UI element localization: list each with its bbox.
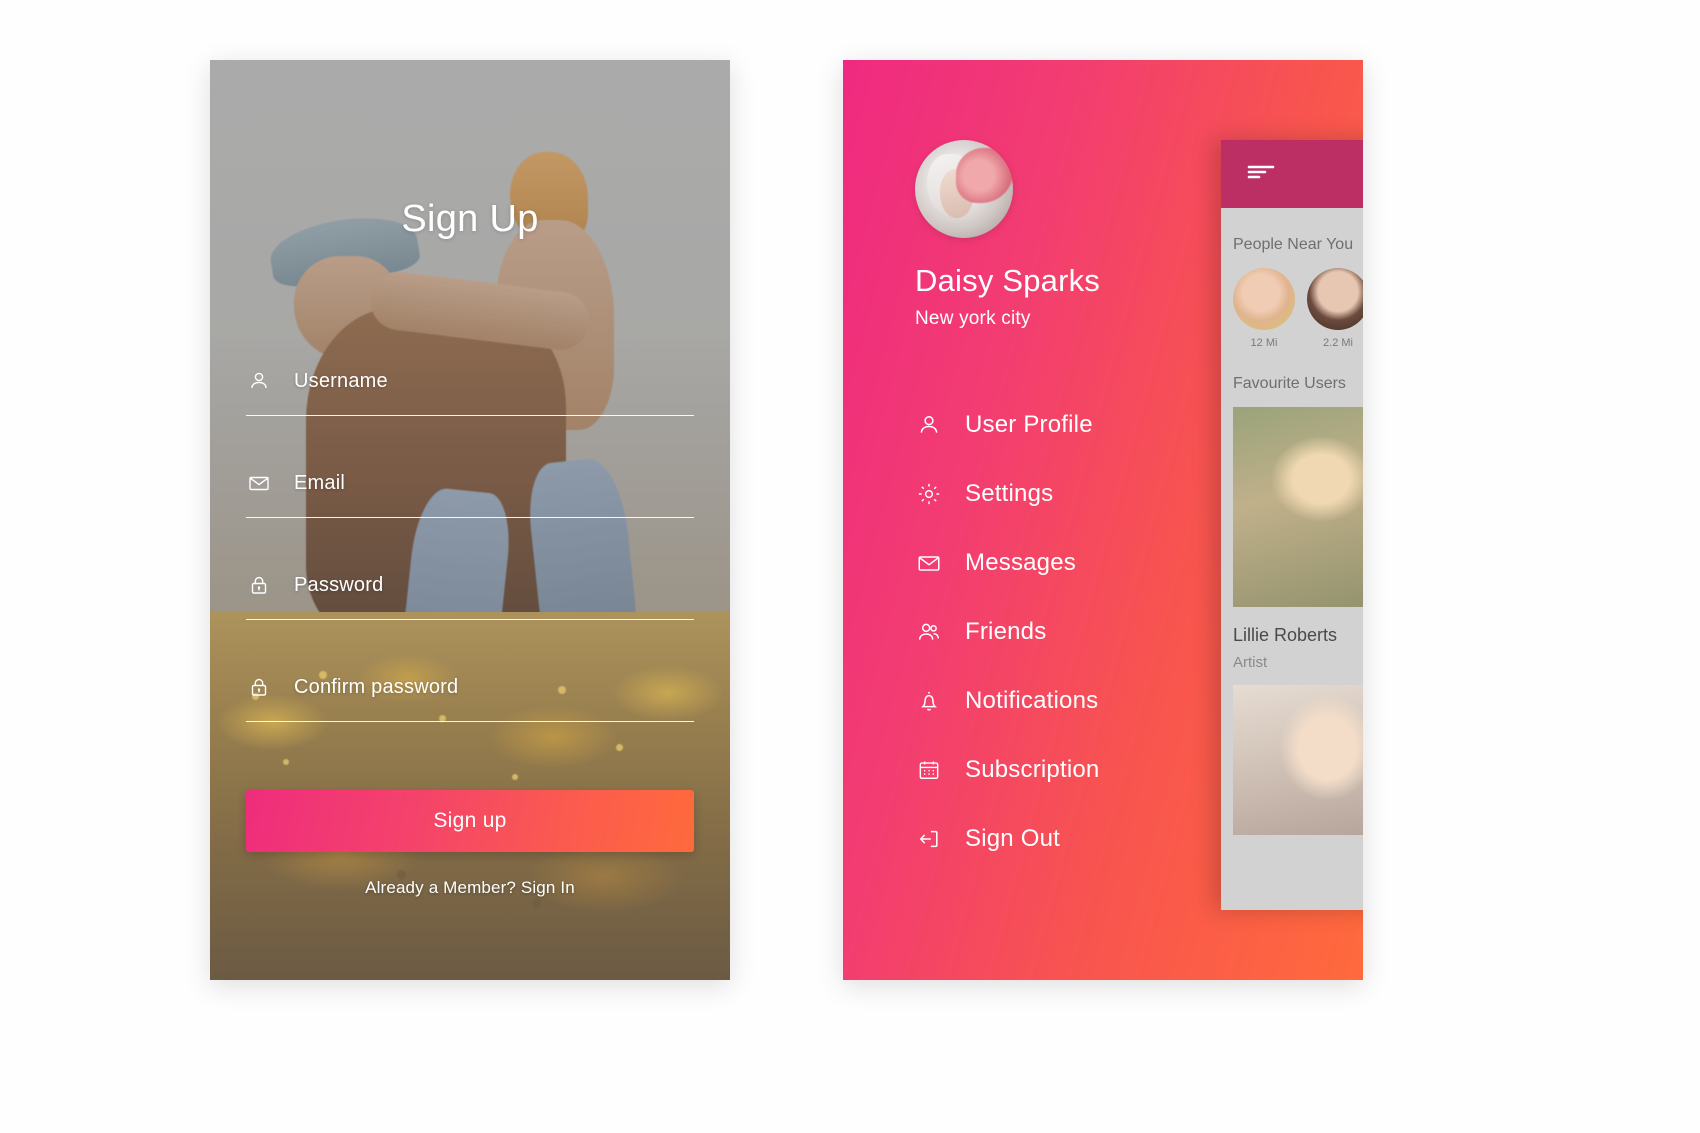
field-label-confirm-password: Confirm password — [294, 675, 459, 698]
sign-in-link[interactable]: Already a Member? Sign In — [210, 878, 730, 898]
drawer-menu: User Profile Settings Messages Friends N… — [915, 390, 1245, 873]
field-username[interactable]: Username — [246, 360, 694, 422]
menu-item-label: Friends — [965, 617, 1047, 645]
page-title: Sign Up — [401, 198, 539, 240]
user-icon — [915, 411, 943, 439]
signup-screen: Sign Up Username Email Password Confirm … — [210, 60, 730, 980]
field-confirm-password[interactable]: Confirm password — [246, 666, 694, 728]
avatar-plume — [956, 147, 1013, 203]
calendar-icon — [915, 756, 943, 784]
field-underline — [246, 415, 694, 416]
profile-location: New york city — [915, 308, 1031, 329]
field-underline — [246, 517, 694, 518]
menu-item-notifications[interactable]: Notifications — [915, 666, 1245, 735]
menu-item-label: Messages — [965, 548, 1076, 576]
mail-icon — [915, 549, 943, 577]
signup-button[interactable]: Sign up — [246, 790, 694, 852]
menu-item-label: Notifications — [965, 686, 1099, 714]
lock-icon — [246, 572, 272, 598]
menu-item-label: Sign Out — [965, 824, 1060, 852]
menu-item-settings[interactable]: Settings — [915, 459, 1245, 528]
field-password[interactable]: Password — [246, 564, 694, 626]
menu-item-sign-out[interactable]: Sign Out — [915, 804, 1245, 873]
menu-item-label: User Profile — [965, 410, 1093, 438]
drawer-screen: People Near You 12 Mi 2.2 Mi Favourite U… — [843, 60, 1363, 980]
mail-icon — [246, 470, 272, 496]
avatar[interactable] — [915, 140, 1013, 238]
field-label-password: Password — [294, 573, 384, 596]
menu-item-subscription[interactable]: Subscription — [915, 735, 1245, 804]
menu-item-messages[interactable]: Messages — [915, 528, 1245, 597]
friends-icon — [915, 618, 943, 646]
field-underline — [246, 721, 694, 722]
field-email[interactable]: Email — [246, 462, 694, 524]
lock-icon — [246, 674, 272, 700]
profile-name: Daisy Sparks — [915, 263, 1101, 298]
gear-icon — [915, 480, 943, 508]
signup-form: Sign Up Username Email Password Confirm … — [210, 60, 730, 980]
menu-item-label: Subscription — [965, 755, 1100, 783]
sign-out-icon — [915, 825, 943, 853]
user-icon — [246, 368, 272, 394]
bell-icon — [915, 687, 943, 715]
menu-item-user-profile[interactable]: User Profile — [915, 390, 1245, 459]
field-label-username: Username — [294, 369, 388, 392]
app-canvas: Sign Up Username Email Password Confirm … — [0, 0, 1700, 1133]
drawer-panel: Daisy Sparks New york city User Profile — [843, 60, 1363, 980]
field-label-email: Email — [294, 471, 346, 494]
field-underline — [246, 619, 694, 620]
menu-item-friends[interactable]: Friends — [915, 597, 1245, 666]
menu-item-label: Settings — [965, 479, 1054, 507]
